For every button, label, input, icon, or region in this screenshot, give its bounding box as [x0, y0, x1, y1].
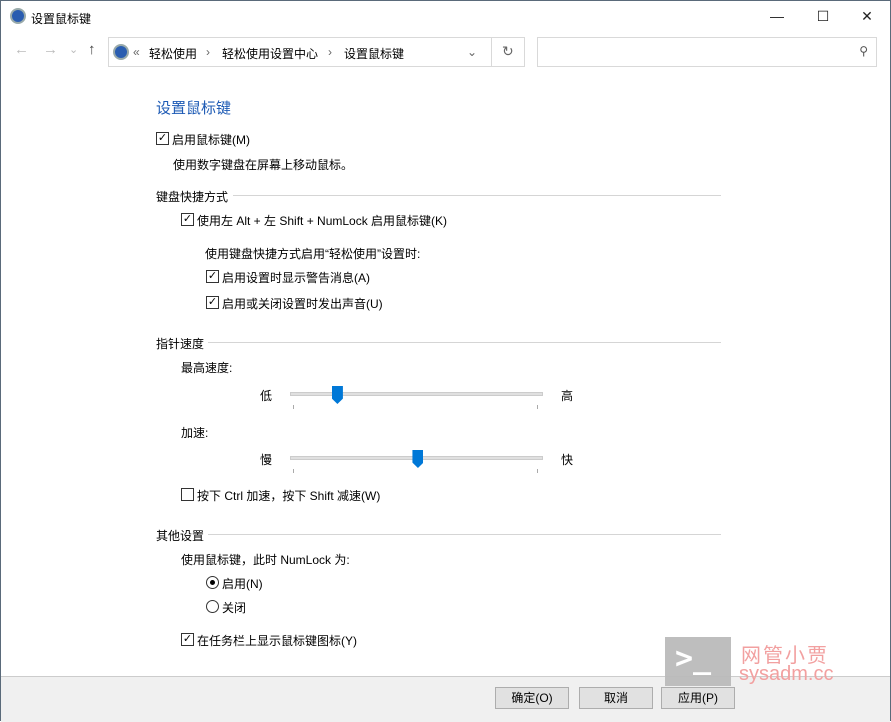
sound-checkbox[interactable]: ✓: [206, 296, 219, 309]
numlock-on-label[interactable]: 启用(N): [222, 575, 263, 592]
slider-tick: [293, 469, 294, 473]
warning-label[interactable]: 启用设置时显示警告消息(A): [222, 269, 370, 286]
watermark-site: sysadm.cc: [739, 663, 834, 685]
divider: [208, 534, 721, 535]
divider: [208, 342, 721, 343]
numlock-label: 使用鼠标键，此时 NumLock 为:: [181, 553, 350, 567]
search-icon[interactable]: ⚲: [859, 44, 868, 58]
top-speed-high-label: 高: [561, 389, 574, 403]
accel-label: 加速:: [181, 426, 209, 440]
warning-checkbox[interactable]: ✓: [206, 270, 219, 283]
forward-button[interactable]: →: [43, 41, 58, 58]
window-title: 设置鼠标键: [31, 12, 92, 26]
close-button[interactable]: ✕: [844, 1, 890, 31]
sound-label[interactable]: 启用或关闭设置时发出声音(U): [222, 295, 383, 312]
group-other-settings: 其他设置: [156, 529, 205, 543]
recent-locations-button[interactable]: ⌄: [69, 43, 78, 56]
enable-mousekeys-checkbox[interactable]: ✓: [156, 132, 169, 145]
taskbar-icon-checkbox[interactable]: ✓: [181, 633, 194, 646]
group-keyboard-shortcut: 键盘快捷方式: [156, 190, 229, 204]
group-pointer-speed: 指针速度: [156, 337, 205, 351]
breadcrumb-ease-center[interactable]: 轻松使用设置中心: [222, 45, 318, 62]
shortcut-label[interactable]: 使用左 Alt + 左 Shift + NumLock 启用鼠标键(K): [197, 212, 447, 229]
accel-slow-label: 慢: [260, 453, 273, 467]
page-title: 设置鼠标键: [156, 100, 232, 117]
shortcut-checkbox[interactable]: ✓: [181, 213, 194, 226]
title-bar: 设置鼠标键 — ☐ ✕: [1, 1, 890, 33]
breadcrumb-overflow[interactable]: «: [133, 45, 140, 59]
watermark-terminal-logo: >_: [665, 637, 731, 686]
top-speed-label: 最高速度:: [181, 361, 233, 375]
enable-mousekeys-label[interactable]: 启用鼠标键(M): [172, 131, 250, 148]
top-speed-slider-track[interactable]: [290, 392, 543, 396]
breadcrumb-ease-of-access[interactable]: 轻松使用: [149, 45, 197, 62]
ctrl-shift-checkbox[interactable]: [181, 488, 194, 501]
minimize-button[interactable]: —: [754, 1, 800, 31]
ok-button[interactable]: 确定(O): [495, 687, 569, 709]
top-speed-slider-thumb[interactable]: [331, 386, 343, 404]
back-button[interactable]: ←: [14, 41, 29, 58]
numlock-off-radio[interactable]: [206, 600, 219, 613]
breadcrumb-separator: ›: [328, 45, 332, 59]
ease-of-access-icon: [10, 8, 26, 24]
taskbar-icon-label[interactable]: 在任务栏上显示鼠标键图标(Y): [197, 632, 357, 649]
breadcrumb-current[interactable]: 设置鼠标键: [344, 45, 404, 62]
ctrl-shift-label[interactable]: 按下 Ctrl 加速，按下 Shift 减速(W): [197, 487, 380, 504]
up-button[interactable]: ↑: [88, 41, 96, 58]
numlock-off-label[interactable]: 关闭: [222, 599, 246, 616]
top-speed-low-label: 低: [260, 389, 273, 403]
search-input[interactable]: ⚲: [537, 37, 877, 67]
slider-tick: [293, 405, 294, 409]
breadcrumb-separator: ›: [206, 45, 210, 59]
cancel-button[interactable]: 取消: [579, 687, 653, 709]
apply-button[interactable]: 应用(P): [661, 687, 735, 709]
enable-description: 使用数字键盘在屏幕上移动鼠标。: [173, 158, 354, 172]
address-bar[interactable]: « 轻松使用 › 轻松使用设置中心 › 设置鼠标键 ⌄ ↻: [108, 37, 525, 67]
divider: [233, 195, 721, 196]
address-dropdown-button[interactable]: ⌄: [467, 45, 477, 59]
maximize-button[interactable]: ☐: [800, 1, 846, 31]
slider-tick: [537, 469, 538, 473]
slider-tick: [537, 405, 538, 409]
numlock-on-radio[interactable]: [206, 576, 219, 589]
ease-of-access-icon: [113, 44, 129, 60]
accel-slider-thumb[interactable]: [412, 450, 424, 468]
shortcut-sub-label: 使用键盘快捷方式启用“轻松使用”设置时:: [205, 247, 421, 261]
refresh-button[interactable]: ↻: [502, 43, 514, 60]
accel-fast-label: 快: [561, 453, 574, 467]
